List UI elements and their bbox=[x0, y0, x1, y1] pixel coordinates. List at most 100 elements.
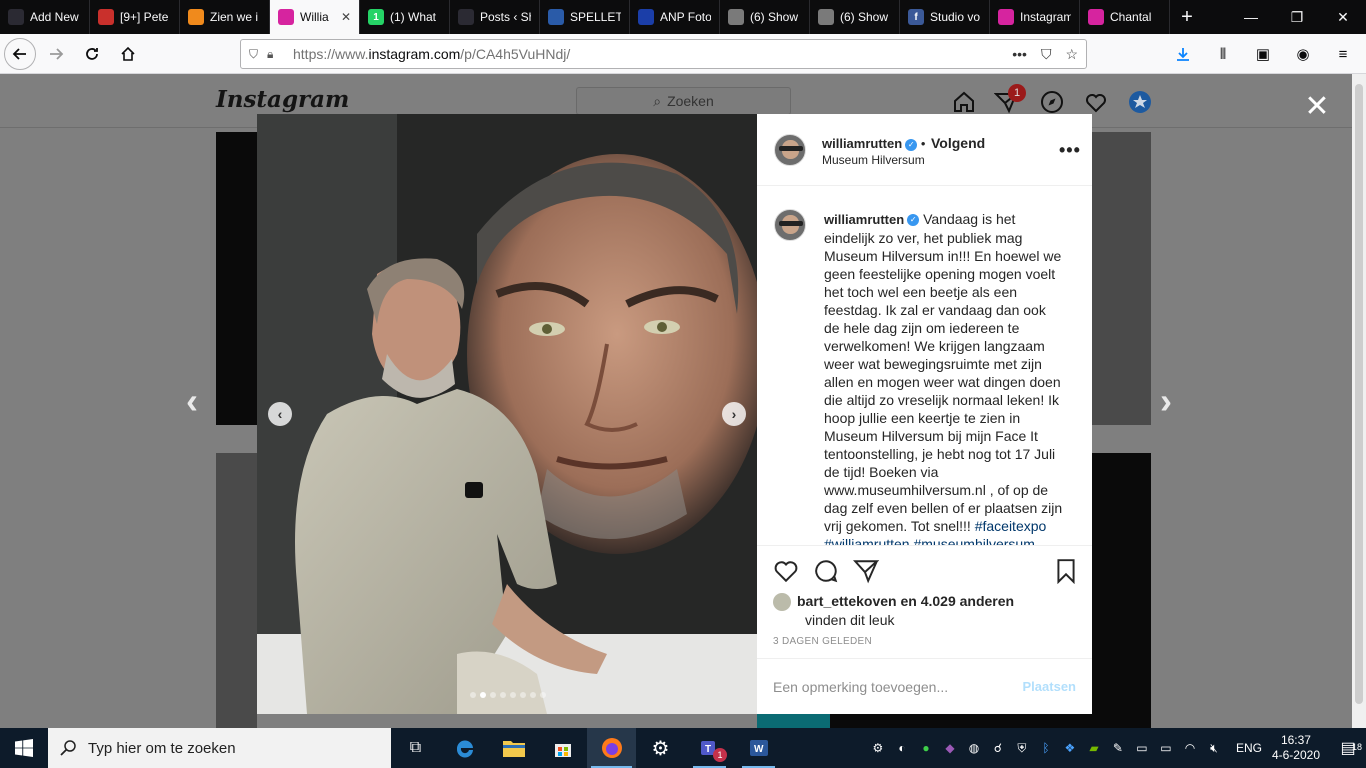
background-post-tile[interactable] bbox=[830, 714, 1092, 728]
background-post-tile[interactable] bbox=[216, 453, 257, 728]
address-bar[interactable]: ⛉ 🔒︎ https://www.instagram.com/p/CA4h5Vu… bbox=[240, 39, 1087, 69]
instagram-search-box[interactable]: ⌕ Zoeken bbox=[576, 87, 791, 115]
close-modal-icon[interactable]: ✕ bbox=[1302, 92, 1332, 122]
teams-taskbar-button[interactable]: T 1 bbox=[685, 728, 734, 768]
action-center-button[interactable]: ▤ 18 bbox=[1330, 738, 1366, 758]
url-text[interactable]: https://www.instagram.com/p/CA4h5VuHNdj/ bbox=[293, 46, 570, 62]
hashtag-link[interactable]: #faceitexpo bbox=[975, 518, 1047, 534]
library-button[interactable]: ⫴ bbox=[1208, 38, 1238, 70]
browser-tab[interactable]: Willia ✕ bbox=[270, 0, 360, 34]
browser-tab[interactable]: (6) Show bbox=[720, 0, 810, 34]
pocket-icon[interactable]: ⛉ bbox=[1041, 46, 1052, 63]
minimize-button[interactable]: — bbox=[1228, 0, 1274, 34]
tray-app-icon[interactable]: ⚙ bbox=[866, 728, 890, 768]
store-taskbar-button[interactable] bbox=[538, 728, 587, 768]
liker-username[interactable]: bart_ettekoven bbox=[797, 593, 897, 609]
wifi-icon[interactable]: ◠ bbox=[1178, 728, 1202, 768]
account-button[interactable]: ◉ bbox=[1288, 38, 1318, 70]
page-actions-icon[interactable]: ••• bbox=[1012, 46, 1027, 63]
background-post-tile[interactable] bbox=[216, 132, 257, 425]
taskbar-search-box[interactable]: Typ hier om te zoeken bbox=[48, 728, 391, 768]
forward-button[interactable] bbox=[40, 38, 72, 70]
comments-area[interactable]: williamrutten ✓ Vandaag is het eindelijk … bbox=[757, 186, 1092, 546]
activity-heart-icon[interactable] bbox=[1083, 89, 1109, 115]
shield-icon[interactable]: ⛉ bbox=[249, 47, 267, 62]
tray-app-icon[interactable]: ◆ bbox=[938, 728, 962, 768]
tray-app-icon[interactable]: ▭ bbox=[1130, 728, 1154, 768]
settings-taskbar-button[interactable]: ⚙ bbox=[636, 728, 685, 768]
browser-tab[interactable]: Posts ‹ Show bbox=[450, 0, 540, 34]
word-taskbar-button[interactable]: W bbox=[734, 728, 783, 768]
comment-bubble-icon[interactable] bbox=[813, 558, 839, 584]
maximize-button[interactable]: ❐ bbox=[1274, 0, 1320, 34]
previous-post-chevron-icon[interactable]: ‹ bbox=[186, 380, 198, 422]
start-button[interactable] bbox=[0, 728, 48, 768]
input-language[interactable]: ENG bbox=[1236, 741, 1262, 755]
dropbox-icon[interactable]: ❖ bbox=[1058, 728, 1082, 768]
home-nav-icon[interactable] bbox=[951, 89, 977, 115]
share-paper-plane-icon[interactable] bbox=[853, 558, 879, 584]
explore-compass-icon[interactable] bbox=[1039, 89, 1065, 115]
likes-count[interactable]: en 4.029 anderen bbox=[900, 593, 1014, 609]
task-view-button[interactable]: ⧉ bbox=[391, 728, 440, 768]
battery-icon[interactable]: ▭ bbox=[1154, 728, 1178, 768]
hashtag-link[interactable]: #williamrutten bbox=[824, 536, 910, 545]
close-window-button[interactable]: ✕ bbox=[1320, 0, 1366, 34]
scrollbar-thumb[interactable] bbox=[1355, 84, 1363, 704]
post-photo[interactable] bbox=[257, 114, 757, 714]
nvidia-icon[interactable]: ▰ bbox=[1082, 728, 1106, 768]
sidebar-button[interactable]: ▣ bbox=[1248, 38, 1278, 70]
comment-input[interactable] bbox=[773, 678, 1023, 695]
file-explorer-taskbar-button[interactable] bbox=[489, 728, 538, 768]
browser-tab[interactable]: f Studio vo bbox=[900, 0, 990, 34]
edge-taskbar-button[interactable] bbox=[440, 728, 489, 768]
caption-username[interactable]: williamrutten bbox=[824, 212, 904, 227]
author-avatar[interactable] bbox=[774, 134, 806, 166]
shield-icon[interactable]: ⛨ bbox=[1010, 728, 1034, 768]
new-tab-button[interactable]: + bbox=[1170, 0, 1204, 34]
profile-avatar-icon[interactable] bbox=[1127, 89, 1153, 115]
save-bookmark-icon[interactable] bbox=[1053, 558, 1079, 584]
home-button[interactable] bbox=[112, 38, 144, 70]
instagram-logo[interactable]: Instagram bbox=[216, 86, 349, 113]
browser-tab[interactable]: (6) Show bbox=[810, 0, 900, 34]
browser-tab[interactable]: SPELLET bbox=[540, 0, 630, 34]
post-timestamp[interactable]: 3 DAGEN GELEDEN bbox=[773, 636, 872, 647]
bookmark-star-icon[interactable]: ☆ bbox=[1065, 46, 1078, 63]
volume-muted-icon[interactable]: 🔇︎ bbox=[1202, 728, 1226, 768]
browser-tab[interactable]: Zien we i bbox=[180, 0, 270, 34]
reload-button[interactable] bbox=[76, 38, 108, 70]
background-post-tile[interactable] bbox=[757, 714, 830, 728]
tray-app-icon[interactable]: ✎ bbox=[1106, 728, 1130, 768]
tray-app-icon[interactable]: ☌ bbox=[986, 728, 1010, 768]
downloads-button[interactable] bbox=[1168, 38, 1198, 70]
like-heart-icon[interactable] bbox=[773, 558, 799, 584]
tray-app-icon[interactable]: ◐ bbox=[890, 728, 914, 768]
tray-app-icon[interactable]: ● bbox=[914, 728, 938, 768]
background-post-tile[interactable] bbox=[1092, 453, 1151, 728]
carousel-prev-button[interactable]: ‹ bbox=[268, 402, 292, 426]
browser-tab[interactable]: Chantal bbox=[1080, 0, 1170, 34]
firefox-taskbar-button[interactable] bbox=[587, 728, 636, 768]
tray-app-icon[interactable]: ◍ bbox=[962, 728, 986, 768]
bluetooth-icon[interactable]: ᛒ bbox=[1034, 728, 1058, 768]
browser-tab[interactable]: [9+] Pete bbox=[90, 0, 180, 34]
liker-avatar[interactable] bbox=[773, 593, 791, 612]
browser-tab[interactable]: ANP Foto bbox=[630, 0, 720, 34]
carousel-next-button[interactable]: › bbox=[722, 402, 746, 426]
author-username[interactable]: williamrutten bbox=[822, 136, 902, 151]
browser-tab[interactable]: 1 (1) What bbox=[360, 0, 450, 34]
clock[interactable]: 16:37 4-6-2020 bbox=[1272, 733, 1320, 763]
back-button[interactable] bbox=[4, 37, 36, 70]
background-post-tile[interactable] bbox=[1092, 132, 1151, 425]
follow-status-button[interactable]: Volgend bbox=[931, 135, 985, 151]
hashtag-link[interactable]: #museumhilversum bbox=[913, 536, 1034, 545]
lock-icon[interactable]: 🔒︎ bbox=[267, 47, 285, 62]
caption-author-avatar[interactable] bbox=[774, 209, 806, 241]
browser-tab[interactable]: Instagram bbox=[990, 0, 1080, 34]
post-comment-button[interactable]: Plaatsen bbox=[1023, 679, 1076, 694]
next-post-chevron-icon[interactable]: › bbox=[1160, 380, 1172, 422]
close-tab-icon[interactable]: ✕ bbox=[341, 10, 351, 24]
browser-tab[interactable]: Add New Po bbox=[0, 0, 90, 34]
more-options-icon[interactable]: ••• bbox=[1059, 140, 1081, 161]
